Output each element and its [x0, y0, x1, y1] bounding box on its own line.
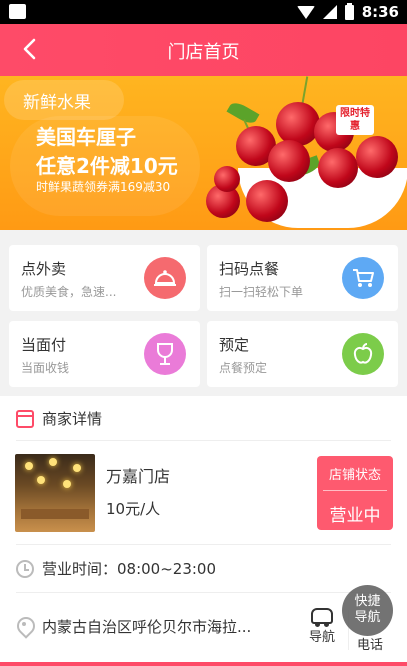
cherry-image — [318, 148, 358, 188]
banner-subline: 时鲜果蔬领券满169减30 — [36, 180, 171, 194]
shop-name: 万嘉门店 — [106, 467, 171, 486]
service-title: 扫码点餐 — [219, 260, 280, 278]
clock-icon — [16, 559, 34, 578]
call-button[interactable]: 电话 — [352, 634, 388, 653]
car-icon — [311, 608, 333, 627]
notification-icon — [9, 4, 26, 19]
cherry-image — [356, 136, 398, 178]
battery-icon — [344, 2, 354, 20]
section-title: 商家详情 — [42, 410, 103, 428]
store-icon — [16, 409, 34, 428]
call-label: 电话 — [356, 638, 383, 653]
service-subtitle: 扫一扫轻松下单 — [219, 285, 304, 299]
cherry-image — [214, 166, 240, 192]
hours-text: 营业时间：08:00~23:00 — [42, 560, 217, 578]
limited-offer-tag: 限时特惠 — [336, 105, 374, 135]
page-title: 门店首页 — [167, 42, 240, 63]
apple-icon — [342, 333, 384, 375]
divider — [16, 544, 391, 545]
signal-icon — [322, 5, 337, 19]
service-subtitle: 当面收钱 — [21, 361, 70, 375]
bottom-accent-bar — [0, 662, 407, 666]
banner-category: 新鲜水果 — [23, 93, 91, 113]
divider — [16, 592, 391, 593]
service-card-reserve[interactable]: 预定 点餐预定 — [207, 321, 398, 387]
service-subtitle: 优质美食，急速... — [21, 285, 117, 299]
merchant-section-header: 商家详情 — [16, 408, 102, 429]
service-grid: 点外卖 优质美食，急速... 扫码点餐 扫一扫轻松下单 当面付 当面收钱 预定 … — [0, 230, 407, 396]
status-value: 营业中 — [329, 506, 381, 526]
service-title: 点外卖 — [21, 260, 67, 278]
lamp-image — [37, 476, 45, 484]
top-navbar: 门店首页 — [0, 24, 407, 76]
banner-offer: 任意2件减10元 — [36, 154, 178, 178]
wine-glass-icon — [144, 333, 186, 375]
cherry-image — [276, 102, 320, 146]
shop-price: 10元/人 — [106, 500, 161, 518]
service-subtitle: 点餐预定 — [219, 361, 268, 375]
location-pin-icon — [16, 617, 32, 637]
address-text: 内蒙古自治区呼伦贝尔市海拉... — [42, 618, 252, 636]
cherry-image — [268, 140, 310, 182]
service-card-pay[interactable]: 当面付 当面收钱 — [9, 321, 200, 387]
status-time: 8:36 — [361, 3, 399, 21]
status-icons: 8:36 — [296, 2, 399, 21]
navigate-button[interactable]: 导航 — [302, 604, 342, 645]
quick-nav-button[interactable]: 快捷 导航 — [342, 585, 393, 636]
divider — [16, 440, 391, 441]
leaf-image — [226, 99, 260, 127]
status-bar: 8:36 — [0, 0, 407, 24]
service-card-takeout[interactable]: 点外卖 优质美食，急速... — [9, 245, 200, 311]
fab-label-line2: 导航 — [354, 610, 381, 625]
table-image — [21, 509, 89, 519]
divider — [323, 490, 387, 491]
cloche-icon — [144, 257, 186, 299]
promo-banner[interactable]: 新鲜水果 美国车厘子 任意2件减10元 时鲜果蔬领券满169减30 限时特惠 — [0, 76, 407, 230]
cart-icon — [342, 257, 384, 299]
service-card-scan-order[interactable]: 扫码点餐 扫一扫轻松下单 — [207, 245, 398, 311]
banner-headline: 美国车厘子 — [36, 125, 136, 149]
business-hours: 营业时间：08:00~23:00 — [16, 558, 216, 579]
wifi-icon — [296, 5, 315, 19]
store-status-badge: 店铺状态 营业中 — [317, 456, 393, 530]
store-photo[interactable] — [15, 454, 95, 532]
lamp-image — [25, 462, 33, 470]
lamp-image — [63, 480, 71, 488]
service-title: 预定 — [219, 336, 250, 354]
lamp-image — [73, 464, 81, 472]
lamp-image — [49, 458, 57, 466]
fab-label-line1: 快捷 — [354, 594, 381, 609]
cherry-image — [246, 180, 288, 222]
status-label: 店铺状态 — [328, 468, 381, 483]
service-title: 当面付 — [21, 336, 67, 354]
address-row[interactable]: 内蒙古自治区呼伦贝尔市海拉... — [16, 616, 251, 637]
navigate-label: 导航 — [308, 630, 335, 645]
